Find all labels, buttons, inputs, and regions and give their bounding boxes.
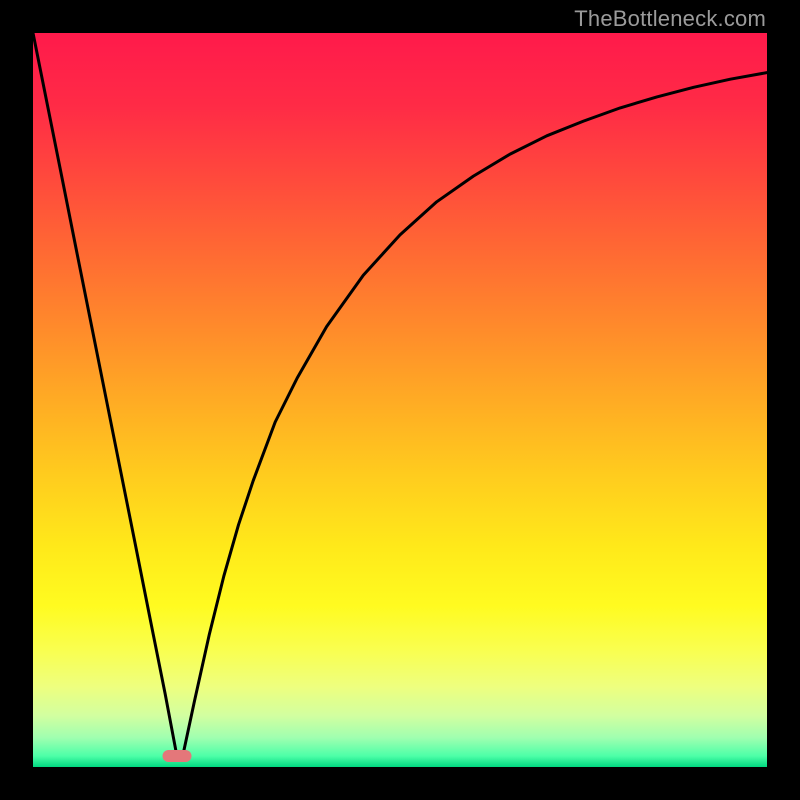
bottleneck-curve: [33, 33, 767, 767]
bottleneck-min-marker: [162, 750, 191, 762]
plot-area: [33, 33, 767, 767]
watermark-label: TheBottleneck.com: [574, 6, 766, 32]
